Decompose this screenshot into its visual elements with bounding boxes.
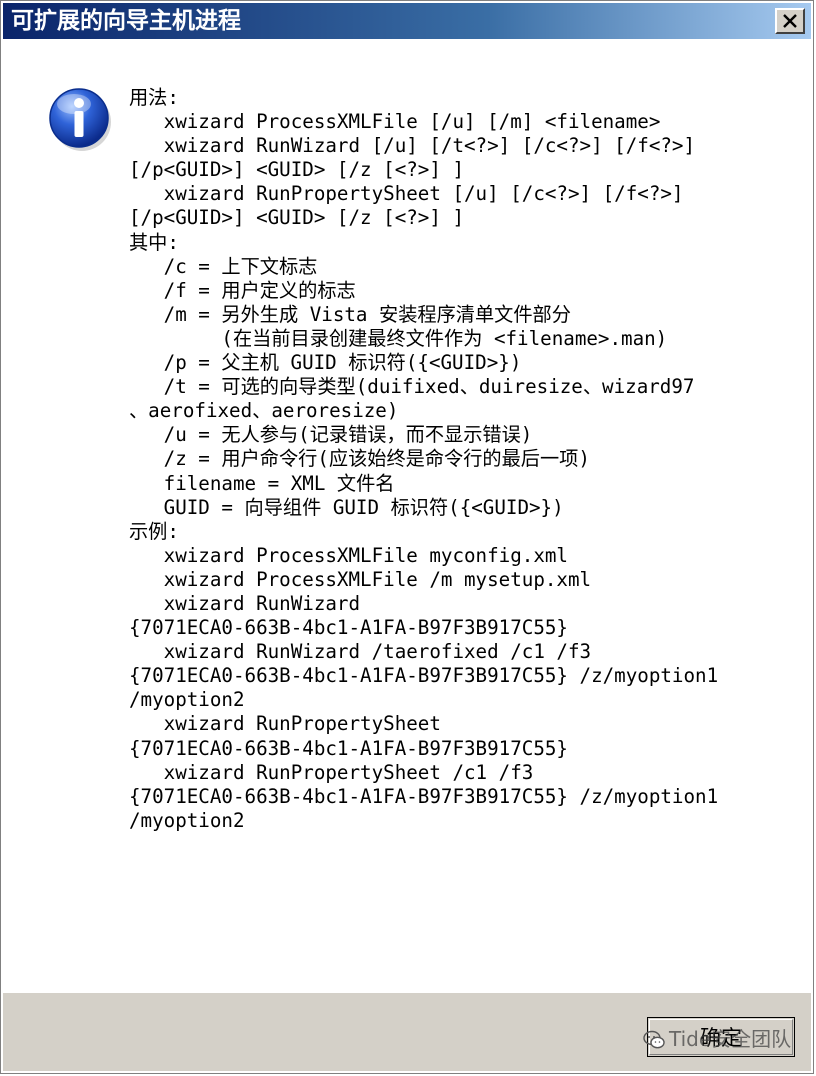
message-line: /t = 可选的向导类型(duifixed、duiresize、wizard97 — [129, 375, 695, 399]
wechat-icon — [643, 1030, 665, 1049]
button-area: 确定 Tide安全团队 — [3, 993, 811, 1071]
message-line: {7071ECA0-663B-4bc1-A1FA-B97F3B917C55} /… — [129, 664, 719, 688]
message-line: [/p<GUID>] <GUID> [/z [<?>] ] — [129, 158, 465, 182]
message-line: {7071ECA0-663B-4bc1-A1FA-B97F3B917C55} /… — [129, 784, 719, 808]
message-line: xwizard ProcessXMLFile [/u] [/m] <filena… — [129, 110, 661, 134]
message-line: filename = XML 文件名 — [129, 471, 395, 495]
message-line: GUID = 向导组件 GUID 标识符({<GUID>}) — [129, 495, 564, 519]
message-line: xwizard RunPropertySheet /c1 /f3 — [129, 760, 534, 784]
title-bar[interactable]: 可扩展的向导主机进程 — [3, 3, 811, 39]
info-icon — [49, 88, 111, 151]
message-line: 示例: — [129, 519, 179, 543]
message-line: xwizard RunWizard /taerofixed /c1 /f3 — [129, 640, 592, 664]
message-line: 其中: — [129, 230, 179, 254]
message-line: xwizard RunWizard [/u] [/t<?>] [/c<?>] [… — [129, 134, 696, 158]
dialog-window: 可扩展的向导主机进程 用法: xwizard ProcessXMLFile [/… — [0, 0, 814, 1074]
message-line: [/p<GUID>] <GUID> [/z [<?>] ] — [129, 206, 465, 230]
message-line: /c = 上下文标志 — [129, 254, 318, 278]
message-line: /u = 无人参与(记录错误，而不显示错误) — [129, 423, 533, 447]
message-line: (在当前目录创建最终文件作为 <filename>.man) — [129, 326, 668, 350]
message-line: /f = 用户定义的标志 — [129, 278, 356, 302]
message-line: xwizard RunWizard — [129, 591, 361, 615]
close-icon — [783, 14, 797, 28]
message-line: {7071ECA0-663B-4bc1-A1FA-B97F3B917C55} — [129, 616, 568, 640]
message-line: /myoption2 — [129, 808, 245, 832]
watermark-text: Tide安全团队 — [669, 1027, 792, 1051]
window-title: 可扩展的向导主机进程 — [11, 8, 241, 34]
message-line: xwizard ProcessXMLFile /m mysetup.xml — [129, 567, 592, 591]
message-line: xwizard ProcessXMLFile myconfig.xml — [129, 543, 568, 567]
message-line: 、aerofixed、aeroresize) — [129, 399, 399, 423]
message-line: /p = 父主机 GUID 标识符({<GUID>}) — [129, 351, 522, 375]
watermark: Tide安全团队 — [643, 1027, 791, 1051]
message-line: {7071ECA0-663B-4bc1-A1FA-B97F3B917C55} — [129, 736, 568, 760]
message-text: 用法: xwizard ProcessXMLFile [/u] [/m] <fi… — [129, 86, 789, 833]
message-line: /myoption2 — [129, 688, 245, 712]
message-line: xwizard RunPropertySheet [/u] [/c<?>] [/… — [129, 182, 684, 206]
close-button[interactable] — [775, 8, 805, 34]
message-line: /m = 另外生成 Vista 安装程序清单文件部分 — [129, 302, 571, 326]
message-line: xwizard RunPropertySheet — [129, 712, 441, 736]
message-line: 用法: — [129, 86, 179, 109]
dialog-content: 用法: xwizard ProcessXMLFile [/u] [/m] <fi… — [3, 39, 811, 993]
message-line: /z = 用户命令行(应该始终是命令行的最后一项) — [129, 447, 590, 471]
